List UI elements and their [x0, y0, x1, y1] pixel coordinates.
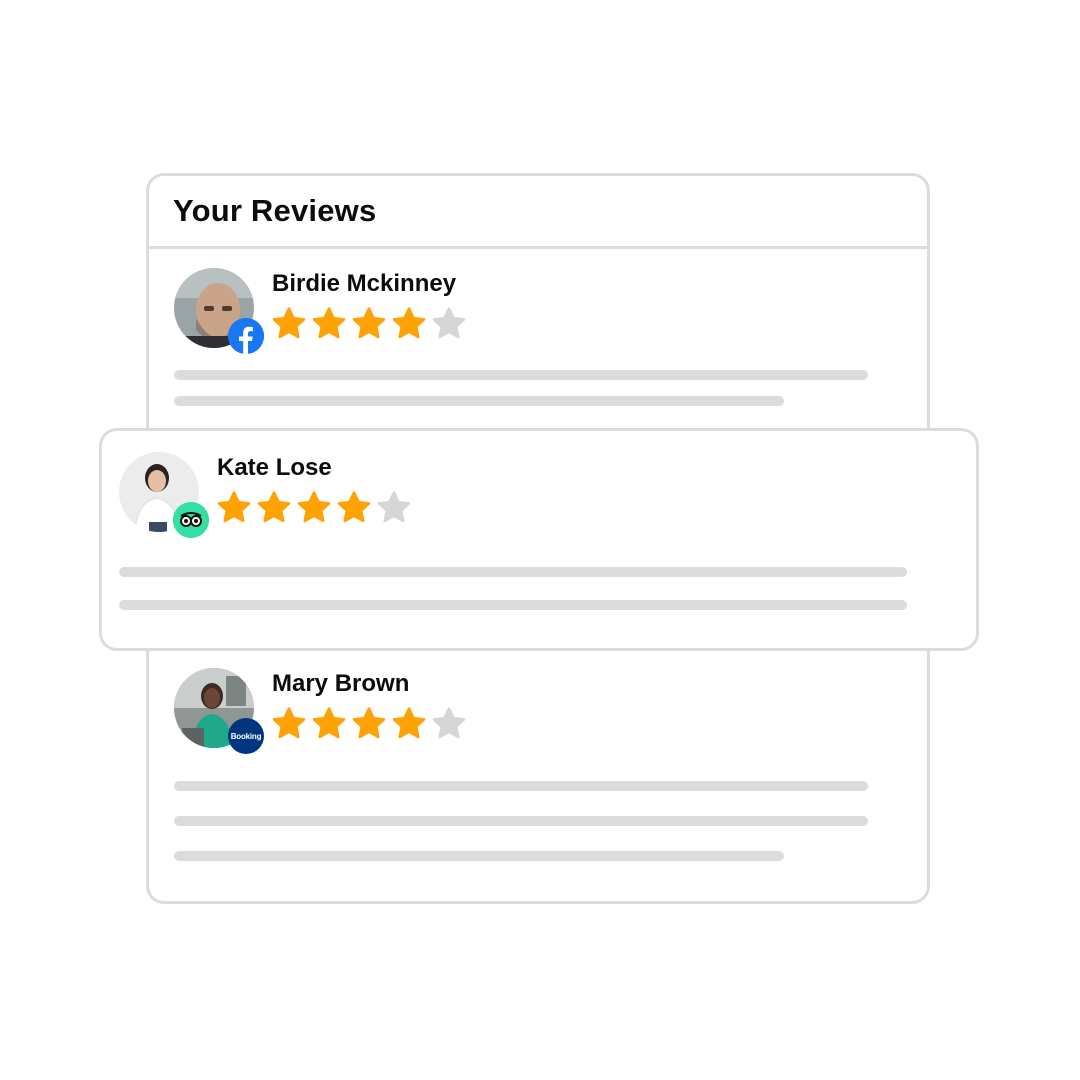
star-filled-icon [312, 307, 346, 339]
reviewer-name: Mary Brown [272, 670, 410, 697]
star-filled-icon [272, 707, 306, 739]
review-text-line [119, 567, 907, 577]
highlighted-review-card[interactable]: Kate Lose [99, 428, 979, 651]
facebook-icon [228, 318, 264, 354]
star-filled-icon [352, 707, 386, 739]
review-text-line [174, 781, 868, 791]
avatar-wrap [174, 268, 264, 354]
star-empty-icon [432, 307, 466, 339]
reviewer-name: Birdie Mckinney [272, 270, 457, 297]
star-filled-icon [392, 707, 426, 739]
star-filled-icon [297, 491, 331, 523]
review-text-line [174, 396, 784, 406]
panel-title: Your Reviews [173, 193, 377, 228]
star-rating [271, 706, 467, 742]
review-text-line [119, 600, 907, 610]
booking-badge: Booking [228, 718, 264, 754]
review-text-line [174, 370, 868, 380]
panel-header: Your Reviews [149, 176, 927, 249]
star-rating [271, 306, 467, 342]
booking-icon: Booking [230, 731, 262, 741]
review-text-line [174, 851, 784, 861]
avatar-wrap [119, 452, 209, 538]
star-filled-icon [352, 307, 386, 339]
avatar-wrap: Booking [174, 668, 264, 754]
star-filled-icon [217, 491, 251, 523]
star-filled-icon [272, 307, 306, 339]
facebook-badge [228, 318, 264, 354]
star-filled-icon [392, 307, 426, 339]
tripadvisor-badge [173, 502, 209, 538]
star-filled-icon [257, 491, 291, 523]
reviewer-name: Kate Lose [217, 454, 332, 481]
star-empty-icon [377, 491, 411, 523]
star-empty-icon [432, 707, 466, 739]
star-filled-icon [337, 491, 371, 523]
star-rating [216, 490, 412, 526]
review-text-line [174, 816, 868, 826]
star-filled-icon [312, 707, 346, 739]
tripadvisor-icon [173, 502, 209, 538]
